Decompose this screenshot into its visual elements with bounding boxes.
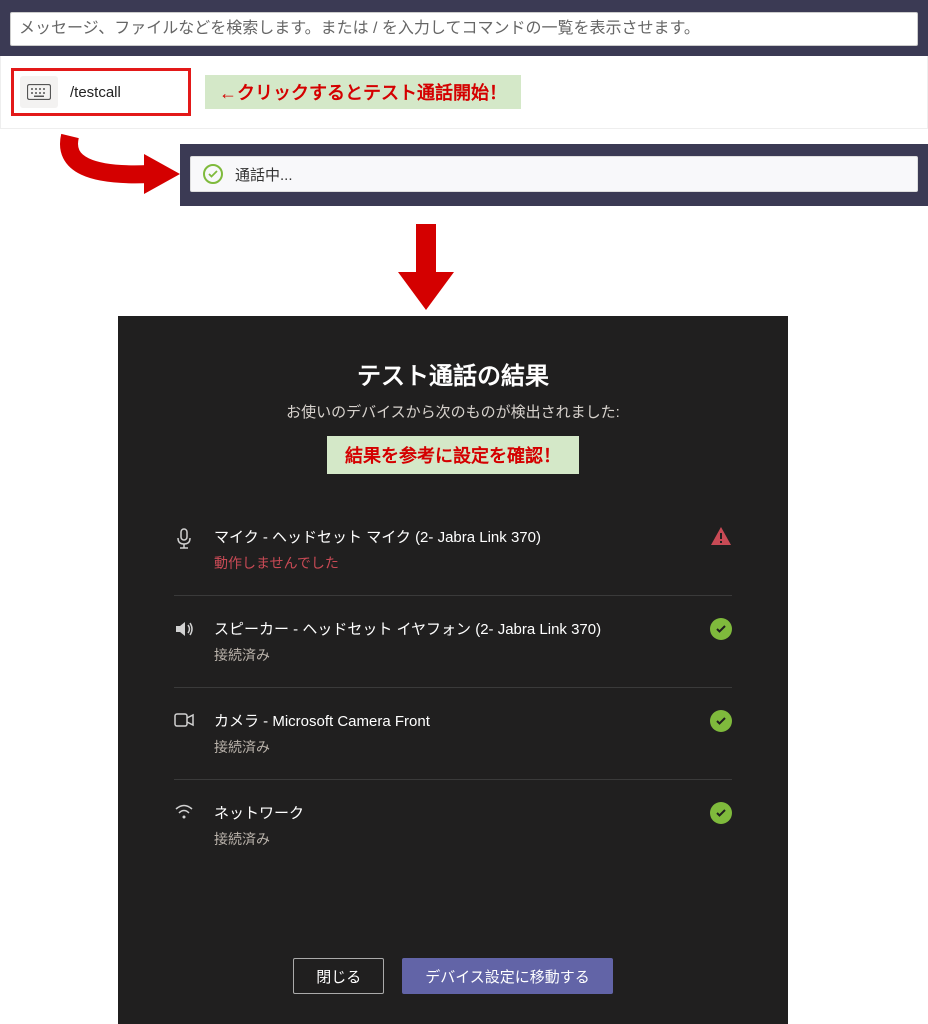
search-section: /testcall ←クリックするとテスト通話開始！ <box>0 0 928 129</box>
device-status: 接続済み <box>214 737 692 757</box>
results-buttons: 閉じる デバイス設定に移動する <box>118 934 788 1024</box>
device-name: ネットワーク <box>214 802 692 823</box>
device-name: スピーカー - ヘッドセット イヤフォン (2- Jabra Link 370) <box>214 618 692 639</box>
wifi-icon <box>174 804 196 825</box>
success-icon <box>710 802 732 824</box>
device-status: 接続済み <box>214 829 692 849</box>
device-row-camera: カメラ - Microsoft Camera Front 接続済み <box>174 688 732 780</box>
calling-section: 通話中... <box>180 144 928 206</box>
command-item-testcall[interactable]: /testcall <box>11 68 191 116</box>
microphone-icon <box>174 528 196 555</box>
arrow-down-icon <box>396 224 456 312</box>
device-name: カメラ - Microsoft Camera Front <box>214 710 692 731</box>
success-icon <box>710 710 732 732</box>
device-status: 動作しませんでした <box>214 553 692 573</box>
device-list: マイク - ヘッドセット マイク (2- Jabra Link 370) 動作し… <box>118 504 788 934</box>
warning-icon <box>710 526 732 548</box>
speaker-icon <box>174 620 196 643</box>
check-circle-icon <box>203 164 223 184</box>
goto-device-settings-button[interactable]: デバイス設定に移動する <box>402 958 613 994</box>
hint-click-to-start: ←クリックするとテスト通話開始！ <box>205 75 521 109</box>
device-row-network: ネットワーク 接続済み <box>174 780 732 871</box>
success-icon <box>710 618 732 640</box>
close-button[interactable]: 閉じる <box>293 958 384 994</box>
app-titlebar <box>0 0 928 56</box>
command-dropdown: /testcall ←クリックするとテスト通話開始！ <box>0 56 928 129</box>
results-subtitle: お使いのデバイスから次のものが検出されました: <box>118 401 788 422</box>
hint-check-settings: 結果を参考に設定を確認！ <box>327 436 579 474</box>
device-name: マイク - ヘッドセット マイク (2- Jabra Link 370) <box>214 526 692 547</box>
device-row-speaker: スピーカー - ヘッドセット イヤフォン (2- Jabra Link 370)… <box>174 596 732 688</box>
calling-wrap: 通話中... <box>180 144 928 206</box>
device-status: 接続済み <box>214 645 692 665</box>
camera-icon <box>174 712 196 733</box>
arrow-curved-icon <box>30 128 190 208</box>
results-title: テスト通話の結果 <box>118 356 788 391</box>
test-call-results-panel: テスト通話の結果 お使いのデバイスから次のものが検出されました: 結果を参考に設… <box>118 316 788 1024</box>
calling-text: 通話中... <box>235 164 293 185</box>
device-row-microphone: マイク - ヘッドセット マイク (2- Jabra Link 370) 動作し… <box>174 504 732 596</box>
calling-status-bar[interactable]: 通話中... <box>190 156 918 192</box>
command-text: /testcall <box>70 84 121 101</box>
keyboard-icon <box>20 76 58 108</box>
search-input[interactable] <box>10 12 918 46</box>
